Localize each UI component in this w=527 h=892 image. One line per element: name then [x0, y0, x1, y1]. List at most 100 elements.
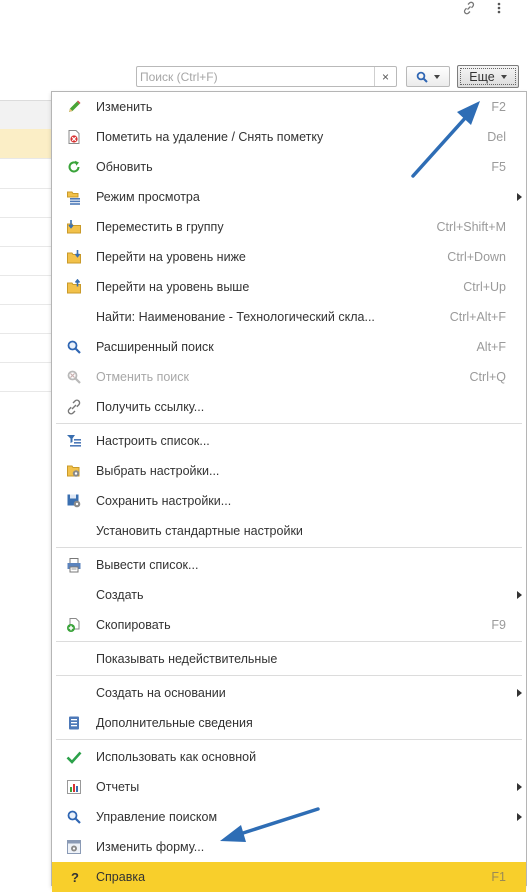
menu-item-set-default-settings[interactable]: Установить стандартные настройки — [52, 516, 526, 546]
table-row[interactable] — [0, 362, 52, 392]
checkmark-icon — [66, 749, 82, 765]
chevron-right-icon — [517, 783, 522, 791]
pencil-icon — [66, 99, 82, 115]
menu-item-label: Отменить поиск — [96, 370, 190, 384]
menu-separator — [56, 675, 522, 676]
menu-item-label: Создать — [96, 588, 144, 602]
chevron-down-icon — [434, 74, 440, 79]
table-row[interactable] — [0, 275, 52, 305]
menu-item-refresh[interactable]: Обновить F5 — [52, 152, 526, 182]
more-vertical-icon[interactable] — [491, 0, 507, 16]
table-row[interactable] — [0, 159, 52, 189]
table-row[interactable] — [0, 304, 52, 334]
menu-item-label: Выбрать настройки... — [96, 464, 220, 478]
menu-item-label: Режим просмотра — [96, 190, 200, 204]
more-actions-menu: Изменить F2 Пометить на удаление / Снять… — [51, 91, 527, 892]
menu-item-mark-deletion[interactable]: Пометить на удаление / Снять пометку Del — [52, 122, 526, 152]
form-settings-icon — [66, 839, 82, 855]
menu-item-label: Сохранить настройки... — [96, 494, 232, 508]
menu-item-save-settings[interactable]: Сохранить настройки... — [52, 486, 526, 516]
search-input[interactable] — [137, 67, 376, 86]
additional-info-icon — [66, 715, 82, 731]
menu-item-create-based-on[interactable]: Создать на основании — [52, 678, 526, 708]
menu-item-label: Перейти на уровень ниже — [96, 250, 246, 264]
reports-icon — [66, 779, 82, 795]
copy-icon — [66, 617, 82, 633]
menu-item-label: Управление поиском — [96, 810, 218, 824]
link-icon — [66, 399, 82, 415]
search-button[interactable] — [406, 66, 450, 87]
table-row[interactable] — [0, 217, 52, 247]
menu-item-edit[interactable]: Изменить F2 — [52, 92, 526, 122]
menu-item-shortcut: Ctrl+Alt+F — [449, 310, 506, 324]
menu-item-label: Справка — [96, 870, 146, 884]
menu-item-label: Расширенный поиск — [96, 340, 214, 354]
menu-item-label: Найти: Наименование - Технологический ск… — [96, 310, 375, 324]
chevron-right-icon — [517, 591, 522, 599]
menu-item-find-by-field[interactable]: Найти: Наименование - Технологический ск… — [52, 302, 526, 332]
link-icon[interactable] — [461, 0, 477, 16]
view-mode-icon — [66, 189, 82, 205]
menu-item-shortcut: Ctrl+Q — [469, 370, 506, 384]
menu-item-search-management[interactable]: Управление поиском — [52, 802, 526, 832]
menu-item-label: Отчеты — [96, 780, 140, 794]
menu-item-reports[interactable]: Отчеты — [52, 772, 526, 802]
menu-item-label: Пометить на удаление / Снять пометку — [96, 130, 324, 144]
menu-item-label: Дополнительные сведения — [96, 716, 253, 730]
menu-item-level-down[interactable]: Перейти на уровень ниже Ctrl+Down — [52, 242, 526, 272]
menu-item-label: Переместить в группу — [96, 220, 224, 234]
menu-separator — [56, 547, 522, 548]
menu-item-label: Изменить — [96, 100, 153, 114]
menu-item-create[interactable]: Создать — [52, 580, 526, 610]
menu-separator — [56, 641, 522, 642]
list-header — [0, 100, 52, 130]
menu-item-label: Создать на основании — [96, 686, 226, 700]
menu-separator — [56, 739, 522, 740]
menu-item-move-to-group[interactable]: Переместить в группу Ctrl+Shift+M — [52, 212, 526, 242]
chevron-down-icon — [500, 74, 507, 79]
menu-item-use-as-main[interactable]: Использовать как основной — [52, 742, 526, 772]
menu-item-copy[interactable]: Скопировать F9 — [52, 610, 526, 640]
window-corner-icons — [461, 0, 507, 16]
help-icon: ? — [66, 869, 82, 885]
menu-item-additional-info[interactable]: Дополнительные сведения — [52, 708, 526, 738]
menu-item-view-mode[interactable]: Режим просмотра — [52, 182, 526, 212]
menu-item-cancel-search[interactable]: Отменить поиск Ctrl+Q — [52, 362, 526, 392]
chevron-right-icon — [517, 813, 522, 821]
menu-item-label: Перейти на уровень выше — [96, 280, 250, 294]
search-field: × — [136, 66, 397, 87]
search-icon — [66, 339, 82, 355]
table-row[interactable] — [0, 129, 52, 159]
menu-item-edit-form[interactable]: Изменить форму... — [52, 832, 526, 862]
table-row[interactable] — [0, 246, 52, 276]
menu-item-select-settings[interactable]: Выбрать настройки... — [52, 456, 526, 486]
menu-item-help[interactable]: ? Справка F1 — [52, 862, 526, 892]
menu-item-label: Настроить список... — [96, 434, 210, 448]
menu-item-shortcut: Alt+F — [476, 340, 506, 354]
table-row[interactable] — [0, 188, 52, 218]
chevron-right-icon — [517, 193, 522, 201]
select-settings-icon — [66, 463, 82, 479]
menu-item-label: Изменить форму... — [96, 840, 205, 854]
menu-item-advanced-search[interactable]: Расширенный поиск Alt+F — [52, 332, 526, 362]
menu-item-level-up[interactable]: Перейти на уровень выше Ctrl+Up — [52, 272, 526, 302]
menu-item-label: Вывести список... — [96, 558, 199, 572]
more-button[interactable]: Еще — [457, 65, 519, 88]
menu-item-show-invalid[interactable]: Показывать недействительные — [52, 644, 526, 674]
clear-search-button[interactable]: × — [374, 67, 396, 86]
menu-separator — [56, 423, 522, 424]
menu-item-configure-list[interactable]: Настроить список... — [52, 426, 526, 456]
move-to-group-icon — [66, 219, 82, 235]
table-row[interactable] — [0, 333, 52, 363]
menu-item-print-list[interactable]: Вывести список... — [52, 550, 526, 580]
menu-item-label: Скопировать — [96, 618, 171, 632]
menu-item-shortcut: Ctrl+Shift+M — [436, 220, 506, 234]
level-down-icon — [66, 249, 82, 265]
menu-item-shortcut: Ctrl+Down — [447, 250, 506, 264]
background-list — [0, 100, 52, 886]
menu-item-label: Обновить — [96, 160, 153, 174]
print-list-icon — [66, 557, 82, 573]
menu-item-get-link[interactable]: Получить ссылку... — [52, 392, 526, 422]
menu-item-label: Установить стандартные настройки — [96, 524, 303, 538]
menu-item-shortcut: Ctrl+Up — [463, 280, 506, 294]
